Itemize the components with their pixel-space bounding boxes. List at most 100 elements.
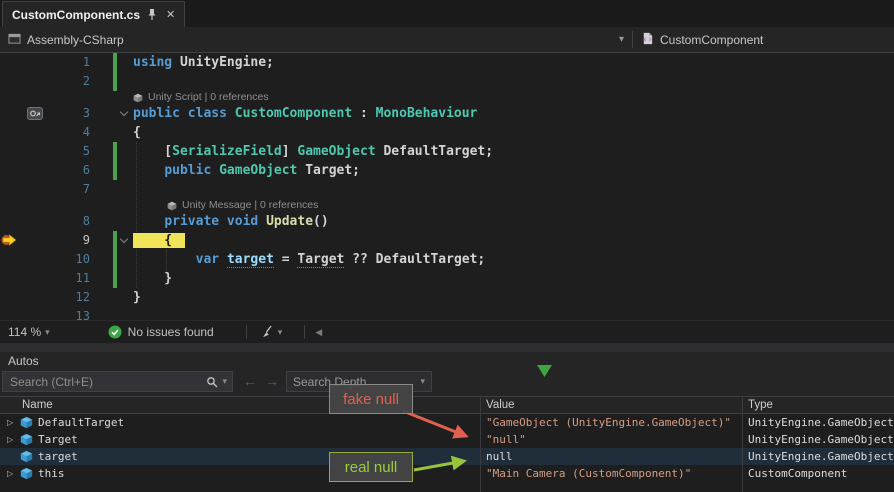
- breakpoint-margin[interactable]: [0, 104, 24, 123]
- code-health-indicator[interactable]: No issues found: [108, 325, 214, 339]
- zoom-control[interactable]: 114 % ▾: [8, 325, 50, 339]
- search-input[interactable]: [8, 374, 202, 390]
- code-text: [SerializeField] GameObject DefaultTarge…: [133, 142, 894, 161]
- code-line[interactable]: 3public class CustomComponent : MonoBeha…: [0, 104, 894, 123]
- line-number[interactable]: 6: [24, 161, 90, 180]
- breakpoint-margin[interactable]: [0, 180, 24, 199]
- variable-type: UnityEngine.GameObject: [748, 450, 894, 463]
- code-text: var target = Target ?? DefaultTarget;: [133, 250, 894, 269]
- row-expander[interactable]: ▷: [7, 418, 20, 427]
- chevron-down-icon: ▾: [420, 376, 425, 387]
- column-header-type[interactable]: Type: [748, 399, 773, 411]
- code-text: }: [133, 288, 894, 307]
- breakpoint-margin[interactable]: [0, 231, 24, 250]
- variable-row[interactable]: ▷ Target "null" UnityEngine.GameObject: [0, 431, 894, 448]
- breakpoint-margin[interactable]: [0, 161, 24, 180]
- line-number[interactable]: 9: [24, 231, 90, 250]
- line-number[interactable]: 13: [24, 307, 90, 320]
- code-token: public: [164, 163, 219, 178]
- breakpoint-margin[interactable]: [0, 72, 24, 91]
- breakpoint-margin[interactable]: [0, 288, 24, 307]
- variable-name: Target: [38, 433, 78, 446]
- code-line[interactable]: 10 var target = Target ?? DefaultTarget;: [0, 250, 894, 269]
- line-number[interactable]: 5: [24, 142, 90, 161]
- breakpoint-margin[interactable]: [0, 53, 24, 72]
- column-divider[interactable]: [742, 396, 743, 492]
- codelens-text: Unity Script | 0 references: [148, 91, 269, 104]
- variable-row[interactable]: ▷DefaultTarget"GameObject (UnityEngine.G…: [0, 414, 894, 431]
- chevron-down-icon[interactable]: ▾: [222, 376, 227, 387]
- close-icon[interactable]: ✕: [166, 8, 175, 21]
- line-number[interactable]: 11: [24, 269, 90, 288]
- project-dropdown[interactable]: Assembly-CSharp ▾: [0, 27, 632, 52]
- breakpoint-margin[interactable]: [0, 123, 24, 142]
- code-line[interactable]: 5 [SerializeField] GameObject DefaultTar…: [0, 142, 894, 161]
- search-prev-button[interactable]: ←: [243, 373, 257, 389]
- code-cleanup-button[interactable]: [261, 325, 275, 339]
- code-line[interactable]: 13: [0, 307, 894, 320]
- code-text: }: [133, 269, 894, 288]
- codelens[interactable]: Unity Script | 0 references: [0, 91, 894, 104]
- type-cell: UnityEngine.GameObject: [742, 433, 894, 446]
- tab-customcomponent[interactable]: CustomComponent.cs ✕: [2, 1, 185, 27]
- code-line[interactable]: 7: [0, 180, 894, 199]
- breakpoint-margin[interactable]: [0, 142, 24, 161]
- variable-row[interactable]: ▷this"Main Camera (CustomComponent)"Cust…: [0, 465, 894, 482]
- code-line[interactable]: 2: [0, 72, 894, 91]
- column-divider[interactable]: [480, 396, 481, 492]
- codelens[interactable]: Unity Message | 0 references: [0, 199, 894, 212]
- code-line[interactable]: 6 public GameObject Target;: [0, 161, 894, 180]
- line-number[interactable]: 10: [24, 250, 90, 269]
- code-token: Target;: [297, 163, 360, 178]
- code-token: public class: [133, 106, 235, 121]
- code-token: Update: [266, 214, 313, 229]
- fold-marker: [117, 180, 133, 199]
- column-header-name[interactable]: Name: [22, 399, 53, 411]
- search-next-button[interactable]: →: [265, 373, 279, 389]
- breakpoint-margin[interactable]: [0, 269, 24, 288]
- code-token: [133, 214, 164, 229]
- pin-icon[interactable]: [147, 8, 157, 21]
- fold-marker[interactable]: [117, 231, 133, 250]
- code-line[interactable]: 1using UnityEngine;: [0, 53, 894, 72]
- type-dropdown[interactable]: CustomComponent: [633, 27, 894, 52]
- line-number[interactable]: 2: [24, 72, 90, 91]
- code-token: [133, 252, 196, 267]
- code-line[interactable]: 8 private void Update(): [0, 212, 894, 231]
- line-number[interactable]: 1: [24, 53, 90, 72]
- column-header-value[interactable]: Value: [486, 399, 515, 411]
- autos-grid: ▷DefaultTarget"GameObject (UnityEngine.G…: [0, 414, 894, 492]
- code-token: GameObject: [297, 144, 375, 159]
- value-cell: "null": [480, 433, 742, 446]
- fold-marker: [117, 307, 133, 320]
- line-number[interactable]: 4: [24, 123, 90, 142]
- row-expander[interactable]: ▷: [7, 469, 20, 478]
- code-editor[interactable]: 1using UnityEngine;2 Unity Script | 0 ref…: [0, 53, 894, 320]
- row-expander[interactable]: ▷: [7, 435, 20, 444]
- line-number[interactable]: 8: [24, 212, 90, 231]
- breakpoint-margin[interactable]: [0, 212, 24, 231]
- line-number[interactable]: 7: [24, 180, 90, 199]
- code-text: public class CustomComponent : MonoBehav…: [133, 104, 894, 123]
- code-line[interactable]: 9 {: [0, 231, 894, 250]
- horizontal-scrollbar[interactable]: [322, 321, 894, 343]
- code-text: {: [133, 231, 894, 250]
- line-number[interactable]: 12: [24, 288, 90, 307]
- code-line[interactable]: 12}: [0, 288, 894, 307]
- breakpoint-margin[interactable]: [0, 250, 24, 269]
- project-name: Assembly-CSharp: [27, 33, 124, 47]
- search-icon[interactable]: [206, 376, 218, 388]
- panel-title[interactable]: Autos: [8, 354, 39, 368]
- breakpoint-margin[interactable]: [0, 307, 24, 320]
- chevron-down-icon[interactable]: ▾: [278, 327, 283, 338]
- code-token: Target: [297, 252, 344, 268]
- variable-type: UnityEngine.GameObject: [748, 433, 894, 446]
- codelens-text: Unity Message | 0 references: [182, 199, 318, 212]
- panel-splitter[interactable]: [0, 343, 894, 352]
- code-line[interactable]: 4{: [0, 123, 894, 142]
- variable-row[interactable]: targetnullUnityEngine.GameObject: [0, 448, 894, 465]
- code-line[interactable]: 11 }: [0, 269, 894, 288]
- object-icon: [20, 450, 33, 463]
- fold-marker[interactable]: [117, 104, 133, 123]
- scrollbar-left-arrow[interactable]: ◀: [315, 327, 322, 338]
